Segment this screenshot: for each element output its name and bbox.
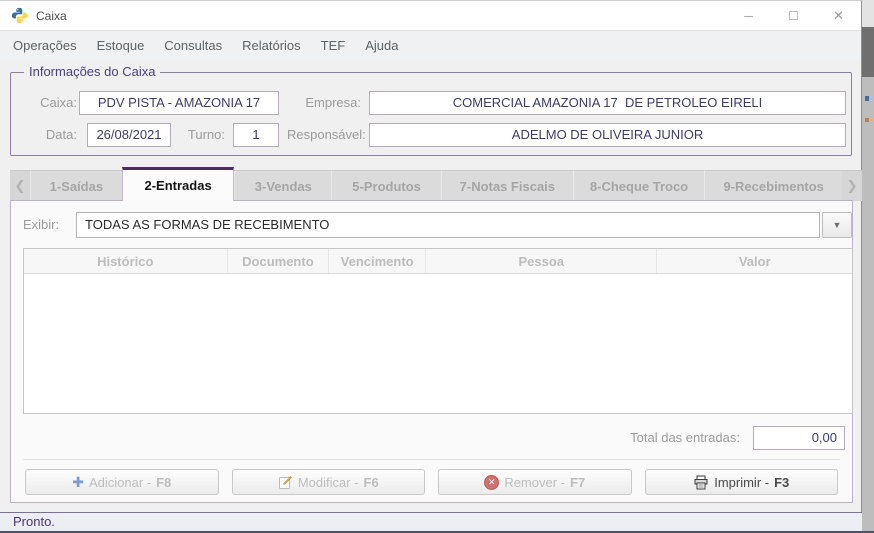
tab-saidas[interactable]: 1-Saídas xyxy=(29,170,122,201)
button-key: F3 xyxy=(774,474,790,490)
tab-scroll-left-icon[interactable]: ❮ xyxy=(10,170,30,201)
status-bar: Pronto. xyxy=(0,512,862,531)
column-header-historico[interactable]: Histórico xyxy=(24,249,228,273)
tab-entradas[interactable]: 2-Entradas xyxy=(121,167,235,201)
remover-button[interactable]: ✕ Remover - F7 xyxy=(438,469,632,495)
menu-bar: Operações Estoque Consultas Relatórios T… xyxy=(0,32,861,59)
status-text: Pronto. xyxy=(13,514,55,529)
button-label: Imprimir - xyxy=(714,474,770,490)
remove-icon: ✕ xyxy=(484,474,500,490)
turno-label: Turno: xyxy=(187,127,225,142)
responsavel-field: ADELMO DE OLIVEIRA JUNIOR xyxy=(369,123,846,147)
python-icon xyxy=(11,7,28,24)
caixa-label: Caixa: xyxy=(40,95,77,110)
column-header-vencimento[interactable]: Vencimento xyxy=(329,249,427,273)
chevron-down-icon[interactable]: ▼ xyxy=(822,212,852,238)
column-header-valor[interactable]: Valor xyxy=(657,249,852,273)
title-bar: Caixa ─ ☐ ✕ xyxy=(0,1,861,31)
total-entradas-value: 0,00 xyxy=(753,426,845,450)
modificar-button[interactable]: Modificar - F6 xyxy=(231,469,425,495)
caixa-field: PDV PISTA - AMAZONIA 17 xyxy=(79,91,279,115)
info-groupbox: Informações do Caixa Caixa: PDV PISTA - … xyxy=(10,64,852,156)
tab-scroll-right-icon[interactable]: ❯ xyxy=(842,170,862,201)
adicionar-button[interactable]: ✚ Adicionar - F8 xyxy=(25,469,219,495)
tab-notas-fiscais[interactable]: 7-Notas Fiscais xyxy=(440,170,573,201)
menu-relatorios[interactable]: Relatórios xyxy=(232,32,311,59)
entradas-panel: Exibir: TODAS AS FORMAS DE RECEBIMENTO ▼… xyxy=(10,200,853,503)
maximize-button[interactable]: ☐ xyxy=(771,1,816,30)
imprimir-button[interactable]: Imprimir - F3 xyxy=(644,469,838,495)
tab-recebimentos[interactable]: 9-Recebimentos xyxy=(704,170,843,201)
action-buttons: ✚ Adicionar - F8 Modificar - F6 ✕ Remove… xyxy=(25,469,838,495)
backdrop-artifact xyxy=(865,96,869,101)
tab-vendas[interactable]: 3-Vendas xyxy=(234,170,332,201)
data-field: 26/08/2021 xyxy=(87,123,171,147)
window-controls: ─ ☐ ✕ xyxy=(726,1,861,30)
exibir-label: Exibir: xyxy=(23,217,60,232)
divider xyxy=(23,459,840,460)
close-button[interactable]: ✕ xyxy=(816,1,861,30)
empresa-label: Empresa: xyxy=(305,95,361,110)
column-header-documento[interactable]: Documento xyxy=(228,249,330,273)
button-label: Modificar - xyxy=(297,474,359,490)
window-title: Caixa xyxy=(36,8,67,23)
button-key: F8 xyxy=(156,474,172,490)
button-label: Adicionar - xyxy=(88,474,152,490)
column-header-pessoa[interactable]: Pessoa xyxy=(426,249,658,273)
button-label: Remover - xyxy=(504,474,565,490)
caixa-window: Caixa ─ ☐ ✕ Operações Estoque Consultas … xyxy=(0,0,874,533)
menu-tef[interactable]: TEF xyxy=(311,32,356,59)
print-icon xyxy=(693,475,709,490)
tab-cheque-troco[interactable]: 8-Cheque Troco xyxy=(572,170,705,201)
button-key: F7 xyxy=(570,474,586,490)
table-body-empty[interactable] xyxy=(24,274,852,414)
backdrop-artifact xyxy=(865,118,869,122)
forma-recebimento-select[interactable]: TODAS AS FORMAS DE RECEBIMENTO xyxy=(76,212,820,238)
backdrop-segment xyxy=(862,27,874,77)
table-header-row: Histórico Documento Vencimento Pessoa Va… xyxy=(24,249,852,274)
desktop-backdrop xyxy=(862,0,874,533)
total-entradas-label: Total das entradas: xyxy=(630,430,740,445)
edit-icon xyxy=(278,475,293,490)
tab-strip: ❮ 1-Saídas 2-Entradas 3-Vendas 5-Produto… xyxy=(10,167,862,201)
minimize-button[interactable]: ─ xyxy=(726,1,771,30)
plus-icon: ✚ xyxy=(72,473,84,490)
menu-estoque[interactable]: Estoque xyxy=(87,32,155,59)
backdrop-segment xyxy=(862,0,874,27)
entradas-table[interactable]: Histórico Documento Vencimento Pessoa Va… xyxy=(23,248,853,414)
menu-consultas[interactable]: Consultas xyxy=(154,32,232,59)
responsavel-label: Responsável: xyxy=(287,127,366,142)
button-key: F6 xyxy=(363,474,379,490)
tab-produtos[interactable]: 5-Produtos xyxy=(331,170,441,201)
data-label: Data: xyxy=(45,127,77,142)
menu-ajuda[interactable]: Ajuda xyxy=(355,32,408,59)
groupbox-title: Informações do Caixa xyxy=(24,64,161,79)
turno-field: 1 xyxy=(233,123,279,147)
menu-operacoes[interactable]: Operações xyxy=(3,32,87,59)
empresa-field: COMERCIAL AMAZONIA 17 DE PETROLEO EIRELI xyxy=(369,91,846,115)
